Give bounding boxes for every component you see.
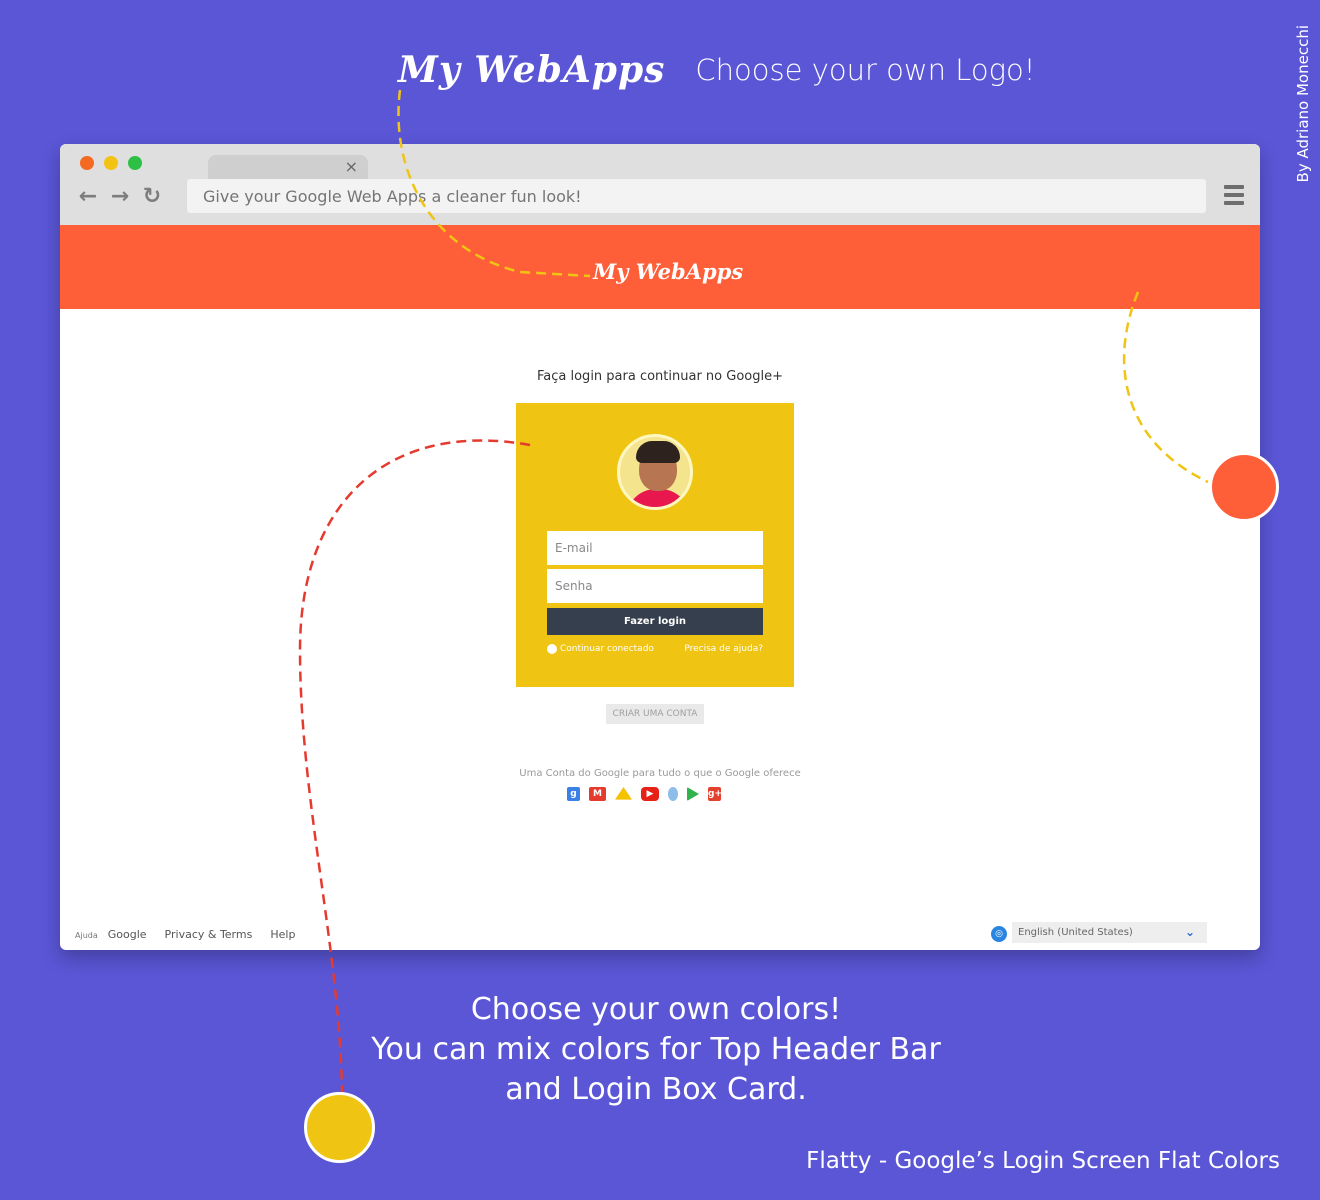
forward-arrow-icon[interactable]: →	[110, 184, 130, 209]
footer-links: Ajuda Google Privacy & Terms Help	[75, 928, 295, 941]
footer-help[interactable]: Help	[270, 928, 295, 941]
globe-icon: ◎	[991, 926, 1007, 942]
promo-title: My WebApps Choose your own Logo!	[398, 40, 1035, 100]
back-arrow-icon[interactable]: ←	[78, 184, 98, 209]
promo-headline: Choose your own Logo!	[695, 53, 1036, 87]
address-bar[interactable]: Give your Google Web Apps a cleaner fun …	[187, 179, 1206, 213]
card-color-swatch	[304, 1092, 375, 1163]
stay-signed-in-label: Continuar conectado	[560, 644, 654, 654]
drive-icon[interactable]	[615, 787, 632, 800]
service-icons: g M ▶ g+	[567, 787, 722, 801]
login-card: E-mail Senha Fazer login Continuar conec…	[516, 403, 794, 687]
password-field[interactable]: Senha	[547, 569, 763, 603]
reload-icon[interactable]: ↻	[142, 184, 162, 209]
browser-tab[interactable]: ×	[208, 155, 368, 180]
footer-privacy-terms[interactable]: Privacy & Terms	[165, 928, 253, 941]
browser-window: × ← → ↻ Give your Google Web Apps a clea…	[60, 144, 1260, 950]
stay-signed-in[interactable]: Continuar conectado	[547, 644, 654, 654]
chevron-down-icon: ⌄	[1184, 925, 1195, 939]
need-help-link[interactable]: Precisa de ajuda?	[684, 644, 763, 654]
email-field[interactable]: E-mail	[547, 531, 763, 565]
author-byline: By Adriano Monecchi	[1294, 25, 1312, 183]
navigation-buttons: ← → ↻	[78, 184, 162, 209]
youtube-icon[interactable]: ▶	[641, 787, 659, 801]
footer-google[interactable]: Google	[108, 928, 147, 941]
close-window-button[interactable]	[80, 156, 94, 170]
gmail-icon[interactable]: M	[589, 787, 606, 801]
google-search-icon[interactable]: g	[567, 787, 580, 801]
login-button[interactable]: Fazer login	[547, 608, 763, 635]
color-caption: Choose your own colors! You can mix colo…	[0, 990, 1312, 1110]
minimize-window-button[interactable]	[104, 156, 118, 170]
maps-icon[interactable]	[668, 787, 678, 801]
header-color-swatch	[1209, 452, 1279, 522]
app-logo[interactable]: My WebApps	[593, 259, 743, 284]
play-store-icon[interactable]	[687, 787, 699, 801]
caption-line-1: Choose your own colors!	[470, 992, 842, 1027]
app-header-bar: My WebApps	[60, 225, 1260, 309]
language-value: English (United States)	[1018, 927, 1133, 938]
create-account-button[interactable]: CRIAR UMA CONTA	[606, 704, 704, 724]
login-prompt: Faça login para continuar no Google+	[537, 369, 783, 384]
promo-logo: My WebApps	[398, 49, 666, 91]
tab-close-icon[interactable]: ×	[345, 157, 358, 176]
stay-signed-in-radio[interactable]	[547, 644, 557, 654]
caption-line-3: and Login Box Card.	[505, 1072, 807, 1107]
footer-ajuda[interactable]: Ajuda	[75, 931, 98, 940]
google-plus-icon[interactable]: g+	[708, 787, 722, 801]
browser-menu-icon[interactable]	[1224, 185, 1244, 205]
language-select[interactable]: English (United States) ⌄	[1012, 922, 1207, 943]
promo-canvas: My WebApps Choose your own Logo! By Adri…	[0, 0, 1320, 1200]
avatar	[617, 434, 693, 510]
google-tagline: Uma Conta do Google para tudo o que o Go…	[519, 768, 801, 779]
caption-line-2: You can mix colors for Top Header Bar	[371, 1032, 941, 1067]
product-credit: Flatty - Google’s Login Screen Flat Colo…	[806, 1148, 1280, 1174]
browser-chrome: × ← → ↻ Give your Google Web Apps a clea…	[60, 144, 1260, 225]
window-controls	[80, 156, 142, 170]
maximize-window-button[interactable]	[128, 156, 142, 170]
